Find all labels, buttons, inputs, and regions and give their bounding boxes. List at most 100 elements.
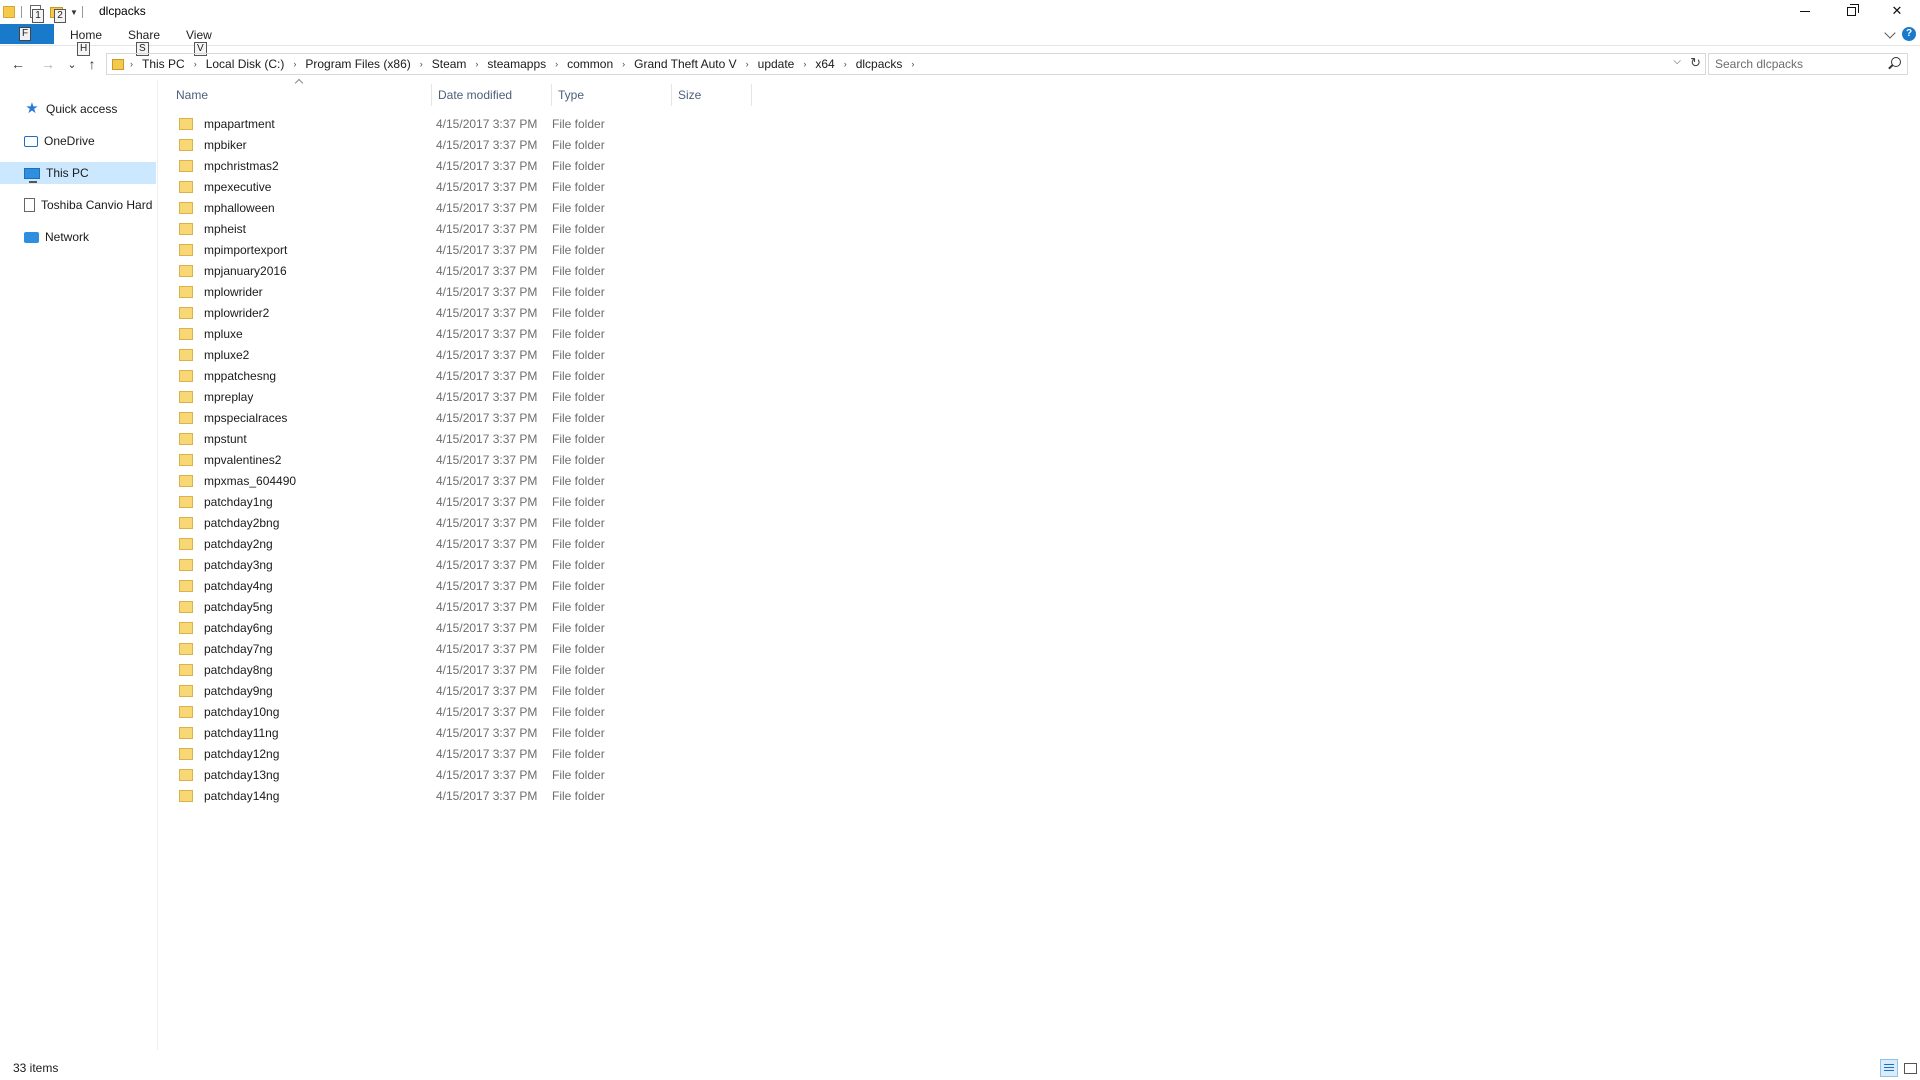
file-name[interactable]: mpjanuary2016: [204, 264, 432, 278]
file-name[interactable]: mpluxe2: [204, 348, 432, 362]
file-row[interactable]: patchday7ng 4/15/2017 3:37 PM File folder: [172, 638, 752, 659]
file-row[interactable]: mpvalentines2 4/15/2017 3:37 PM File folde…: [172, 449, 752, 470]
customize-qat-button[interactable]: ▼: [70, 8, 78, 17]
breadcrumb-separator[interactable]: ›: [622, 59, 625, 69]
breadcrumb-separator[interactable]: ›: [555, 59, 558, 69]
file-row[interactable]: mpstunt 4/15/2017 3:37 PM File folder: [172, 428, 752, 449]
sidebar-item-network[interactable]: Network: [0, 226, 156, 248]
tab-home[interactable]: Home H: [70, 28, 102, 56]
file-row[interactable]: patchday13ng 4/15/2017 3:37 PM File folder: [172, 764, 752, 785]
breadcrumb-separator[interactable]: ›: [420, 59, 423, 69]
file-name[interactable]: patchday7ng: [204, 642, 432, 656]
file-row[interactable]: mpreplay 4/15/2017 3:37 PM File folder: [172, 386, 752, 407]
file-row[interactable]: mpchristmas2 4/15/2017 3:37 PM File folder: [172, 155, 752, 176]
file-name[interactable]: mpbiker: [204, 138, 432, 152]
breadcrumb-program-files[interactable]: Program Files (x86): [305, 57, 410, 71]
sidebar-item-quick-access[interactable]: ★ Quick access: [0, 98, 156, 120]
file-name[interactable]: patchday2bng: [204, 516, 432, 530]
file-name[interactable]: mpexecutive: [204, 180, 432, 194]
help-icon[interactable]: ?: [1902, 27, 1916, 41]
breadcrumb-separator[interactable]: ›: [803, 59, 806, 69]
refresh-icon[interactable]: ↻: [1690, 55, 1701, 71]
search-input[interactable]: [1709, 54, 1879, 74]
file-name[interactable]: mpimportexport: [204, 243, 432, 257]
file-row[interactable]: patchday12ng 4/15/2017 3:37 PM File folder: [172, 743, 752, 764]
tab-view[interactable]: View V: [186, 28, 212, 56]
file-name[interactable]: mpchristmas2: [204, 159, 432, 173]
tab-share[interactable]: Share S: [128, 28, 160, 56]
file-name[interactable]: mplowrider: [204, 285, 432, 299]
breadcrumb-separator[interactable]: ›: [475, 59, 478, 69]
file-name[interactable]: patchday11ng: [204, 726, 432, 740]
file-row[interactable]: patchday9ng 4/15/2017 3:37 PM File folder: [172, 680, 752, 701]
qat-new-folder-button[interactable]: 2: [50, 5, 66, 23]
file-row[interactable]: patchday8ng 4/15/2017 3:37 PM File folder: [172, 659, 752, 680]
breadcrumb-separator[interactable]: ›: [130, 59, 133, 69]
column-header-type[interactable]: Type: [552, 84, 672, 106]
breadcrumb-separator[interactable]: ›: [746, 59, 749, 69]
file-row[interactable]: patchday3ng 4/15/2017 3:37 PM File folder: [172, 554, 752, 575]
address-bar[interactable]: › This PC › Local Disk (C:) › Program Fi…: [106, 53, 1706, 75]
file-row[interactable]: mpbiker 4/15/2017 3:37 PM File folder: [172, 134, 752, 155]
file-name[interactable]: mpreplay: [204, 390, 432, 404]
file-row[interactable]: mpxmas_604490 4/15/2017 3:37 PM File folde…: [172, 470, 752, 491]
file-name[interactable]: mpapartment: [204, 117, 432, 131]
breadcrumb-steam[interactable]: Steam: [432, 57, 467, 71]
file-name[interactable]: patchday12ng: [204, 747, 432, 761]
file-name[interactable]: patchday14ng: [204, 789, 432, 803]
breadcrumb-this-pc[interactable]: This PC: [142, 57, 185, 71]
file-row[interactable]: mpspecialraces 4/15/2017 3:37 PM File fold…: [172, 407, 752, 428]
breadcrumb-x64[interactable]: x64: [815, 57, 834, 71]
sidebar-item-this-pc[interactable]: This PC: [0, 162, 156, 184]
file-name[interactable]: mpstunt: [204, 432, 432, 446]
file-row[interactable]: patchday2ng 4/15/2017 3:37 PM File folder: [172, 533, 752, 554]
breadcrumb-separator[interactable]: ›: [194, 59, 197, 69]
breadcrumb-separator[interactable]: ›: [844, 59, 847, 69]
breadcrumb-common[interactable]: common: [567, 57, 613, 71]
file-row[interactable]: patchday6ng 4/15/2017 3:37 PM File folder: [172, 617, 752, 638]
details-view-icon[interactable]: [1880, 1059, 1898, 1077]
file-row[interactable]: mpheist 4/15/2017 3:37 PM File folder: [172, 218, 752, 239]
file-name[interactable]: patchday5ng: [204, 600, 432, 614]
sidebar-item-toshiba-drive[interactable]: Toshiba Canvio Hard: [0, 194, 156, 216]
expand-ribbon-chevron-icon[interactable]: [1884, 27, 1896, 39]
file-name[interactable]: patchday4ng: [204, 579, 432, 593]
breadcrumb-update[interactable]: update: [758, 57, 795, 71]
file-row[interactable]: patchday4ng 4/15/2017 3:37 PM File folder: [172, 575, 752, 596]
tab-file[interactable]: F: [0, 24, 54, 44]
file-row[interactable]: mpluxe 4/15/2017 3:37 PM File folder: [172, 323, 752, 344]
file-name[interactable]: patchday9ng: [204, 684, 432, 698]
breadcrumb-separator[interactable]: ›: [911, 59, 914, 69]
file-row[interactable]: mpluxe2 4/15/2017 3:37 PM File folder: [172, 344, 752, 365]
file-name[interactable]: mpspecialraces: [204, 411, 432, 425]
file-row[interactable]: mphalloween 4/15/2017 3:37 PM File folder: [172, 197, 752, 218]
file-name[interactable]: patchday3ng: [204, 558, 432, 572]
breadcrumb-local-disk[interactable]: Local Disk (C:): [206, 57, 285, 71]
file-name[interactable]: patchday6ng: [204, 621, 432, 635]
file-row[interactable]: patchday11ng 4/15/2017 3:37 PM File folder: [172, 722, 752, 743]
file-name[interactable]: mpheist: [204, 222, 432, 236]
breadcrumb-steamapps[interactable]: steamapps: [487, 57, 546, 71]
breadcrumb-separator[interactable]: ›: [293, 59, 296, 69]
file-name[interactable]: mpxmas_604490: [204, 474, 432, 488]
large-icons-view-icon[interactable]: [1902, 1060, 1918, 1076]
qat-properties-button[interactable]: 1: [28, 5, 44, 23]
minimize-button[interactable]: [1782, 0, 1828, 22]
file-row[interactable]: mplowrider2 4/15/2017 3:37 PM File folder: [172, 302, 752, 323]
breadcrumb-gta-v[interactable]: Grand Theft Auto V: [634, 57, 737, 71]
file-row[interactable]: mpjanuary2016 4/15/2017 3:37 PM File folde…: [172, 260, 752, 281]
file-name[interactable]: patchday10ng: [204, 705, 432, 719]
file-row[interactable]: patchday14ng 4/15/2017 3:37 PM File folder: [172, 785, 752, 806]
back-button[interactable]: ←: [8, 54, 28, 74]
file-row[interactable]: mplowrider 4/15/2017 3:37 PM File folder: [172, 281, 752, 302]
file-row[interactable]: mpimportexport 4/15/2017 3:37 PM File fold…: [172, 239, 752, 260]
search-icon[interactable]: [1891, 57, 1901, 67]
file-name[interactable]: patchday1ng: [204, 495, 432, 509]
file-row[interactable]: mpapartment 4/15/2017 3:37 PM File folder: [172, 113, 752, 134]
file-name[interactable]: mplowrider2: [204, 306, 432, 320]
file-name[interactable]: mpluxe: [204, 327, 432, 341]
column-header-name[interactable]: Name: [170, 84, 432, 106]
file-name[interactable]: patchday2ng: [204, 537, 432, 551]
close-button[interactable]: ✕: [1874, 0, 1920, 22]
restore-button[interactable]: [1828, 0, 1874, 22]
